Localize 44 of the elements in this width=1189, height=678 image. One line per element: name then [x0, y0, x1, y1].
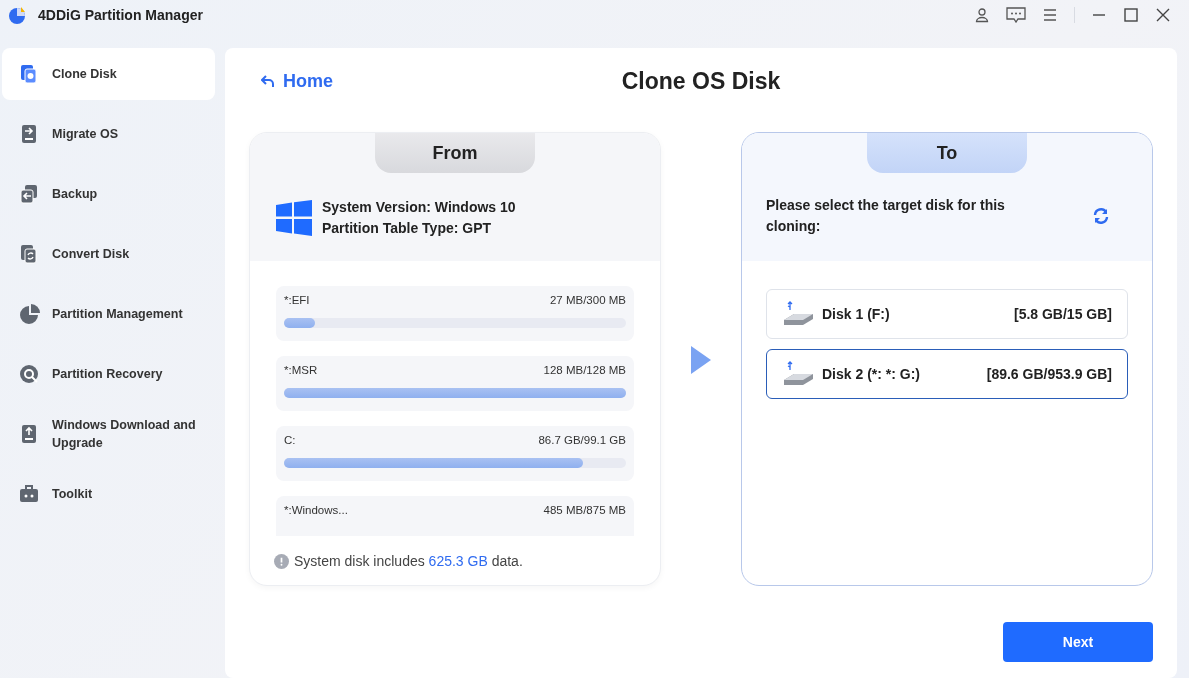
close-icon[interactable]: [1155, 7, 1171, 23]
disk-option[interactable]: Disk 1 (F:) [5.8 GB/15 GB]: [766, 289, 1128, 339]
partition-name: C:: [284, 434, 296, 446]
back-arrow-icon: [261, 74, 275, 88]
sidebar-item[interactable]: Backup: [2, 168, 215, 220]
disk-option[interactable]: Disk 2 (*: *: G:) [89.6 GB/953.9 GB]: [766, 349, 1128, 399]
backup-icon: [18, 183, 40, 205]
recovery-icon: [18, 363, 40, 385]
partition-name: *:MSR: [284, 364, 318, 376]
partition-usage: 86.7 GB/99.1 GB: [538, 434, 626, 446]
next-button[interactable]: Next: [1003, 622, 1153, 662]
app-title: 4DDiG Partition Manager: [38, 7, 203, 23]
convert-icon: [18, 243, 40, 265]
system-version: System Version: Windows 10: [322, 198, 516, 217]
sidebar-item[interactable]: Migrate OS: [2, 108, 215, 160]
partition-usage: 485 MB/875 MB: [543, 504, 626, 516]
partition-usage: 27 MB/300 MB: [549, 294, 626, 306]
home-link[interactable]: Home: [261, 70, 333, 92]
partition-table-type: Partition Table Type: GPT: [322, 219, 493, 238]
info-icon: [274, 553, 289, 569]
refresh-icon[interactable]: [1092, 207, 1110, 225]
menu-icon[interactable]: [1042, 7, 1058, 23]
pie-chart-icon: [18, 303, 40, 325]
partition-name: *:EFI: [284, 294, 310, 306]
sidebar-item[interactable]: Partition Recovery: [2, 348, 215, 400]
select-prompt: Please select the target disk for this cloning:: [766, 196, 1006, 236]
partition-name: *:Windows...: [284, 504, 348, 516]
partition-usage: 128 MB/128 MB: [543, 364, 626, 376]
system-disk-note: System disk includes 625.3 GB data.: [294, 553, 523, 569]
sidebar-item[interactable]: Toolkit: [2, 468, 215, 520]
sidebar-item[interactable]: Windows Download and Upgrade: [2, 408, 215, 460]
toolbox-icon: [18, 483, 40, 505]
maximize-icon[interactable]: [1123, 7, 1139, 23]
windows-logo-icon: [276, 200, 312, 236]
sidebar-item[interactable]: Clone Disk: [2, 48, 215, 100]
page-title: Clone OS Disk: [621, 67, 781, 94]
chat-icon[interactable]: [1006, 7, 1026, 23]
arrow-icon: [689, 344, 713, 376]
user-icon[interactable]: [974, 7, 990, 23]
sidebar-item[interactable]: Convert Disk: [2, 228, 215, 280]
sidebar-item[interactable]: Partition Management: [2, 288, 215, 340]
usb-drive-icon: [782, 360, 814, 388]
app-logo: [8, 5, 28, 25]
usb-drive-icon: [782, 300, 814, 328]
